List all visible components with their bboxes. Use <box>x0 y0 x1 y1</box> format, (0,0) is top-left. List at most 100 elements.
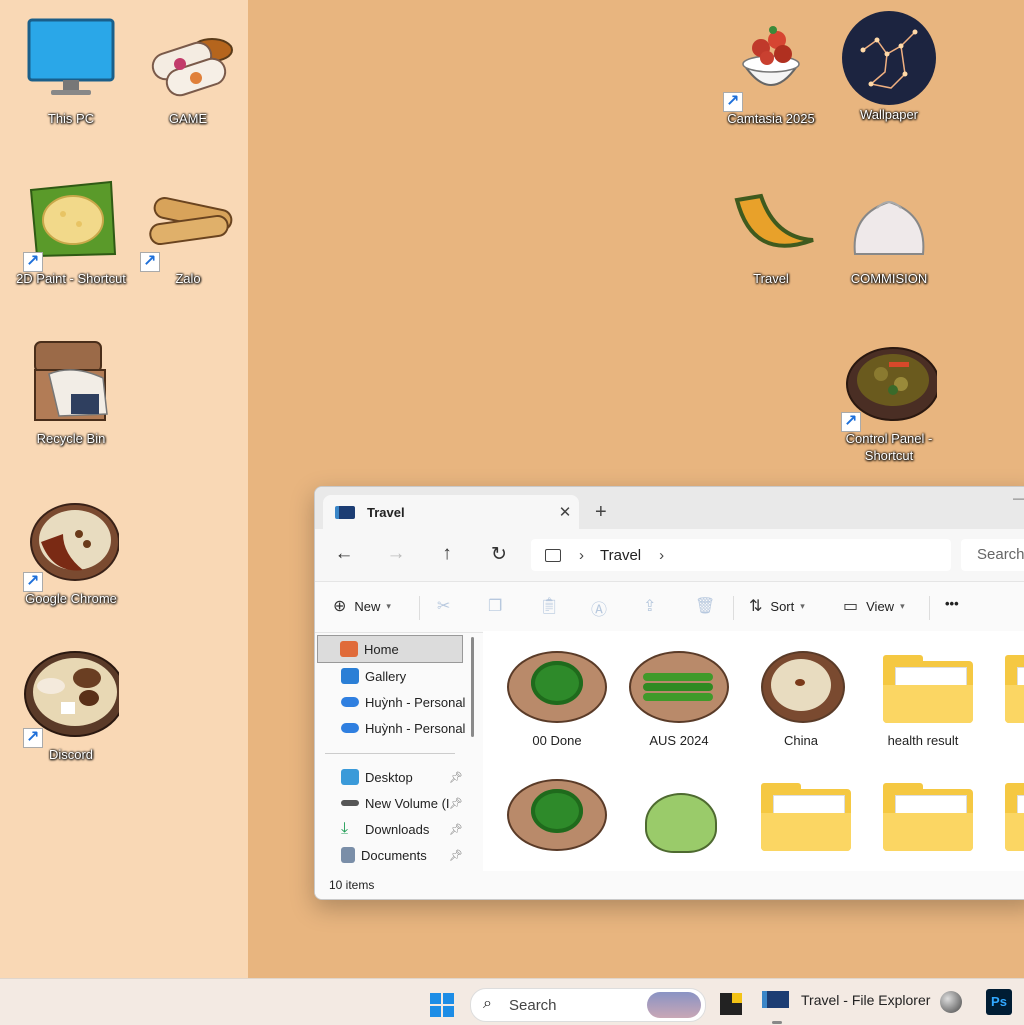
broccoli-plate-icon <box>507 651 607 723</box>
sort-label: Sort <box>770 598 795 614</box>
up-button[interactable]: ↑ <box>435 543 459 565</box>
desktop-icon-this-pc[interactable]: This PC <box>16 14 126 127</box>
shortcut-arrow-icon <box>140 251 160 272</box>
rice-plate-icon <box>751 651 851 723</box>
tab-travel[interactable]: Travel ✕ <box>323 495 579 529</box>
breadcrumb-travel[interactable]: Travel <box>600 547 641 564</box>
divider <box>929 596 930 620</box>
desktop-icon-label: COMMISION <box>850 271 928 286</box>
rename-button[interactable]: Ⓐ <box>591 596 607 620</box>
chevron-down-icon: ▾ <box>900 600 905 611</box>
file-item[interactable] <box>863 779 983 861</box>
pin-icon[interactable]: 📌︎ <box>449 797 463 810</box>
spring-rolls-icon <box>140 14 236 106</box>
folder-icon <box>751 779 851 851</box>
sidebar-item-label: Desktop <box>365 769 413 785</box>
paste-button[interactable]: 📋︎ <box>539 596 559 616</box>
forward-button[interactable]: → <box>384 543 408 565</box>
file-item-health-result[interactable]: health result <box>863 651 983 748</box>
desktop-icon-zalo[interactable]: Zalo <box>133 174 243 287</box>
document-icon <box>341 847 355 863</box>
trash-icon: 🗑︎ <box>695 598 716 615</box>
tab-close-button[interactable]: ✕ <box>551 503 579 521</box>
search-input[interactable]: Search <box>961 539 1024 571</box>
sidebar-item-home[interactable]: Home <box>317 635 463 663</box>
desktop-icon-label: Zalo <box>175 271 201 286</box>
file-item-ja[interactable]: Ja <box>985 651 1024 748</box>
photoshop-icon[interactable]: Ps <box>986 989 1012 1015</box>
item-count: 10 items <box>329 878 375 892</box>
more-options-button[interactable]: ••• <box>945 596 959 611</box>
file-item[interactable] <box>497 779 617 861</box>
sidebar-item-onedrive-personal[interactable]: Huỳnh - Personal <box>315 689 475 715</box>
view-button[interactable]: ▭ View ▾ <box>843 596 905 616</box>
desktop-icon-google-chrome[interactable]: Google Chrome <box>16 494 126 607</box>
sticky-notes-icon[interactable] <box>720 993 742 1015</box>
windows-start-icon[interactable] <box>430 993 454 1017</box>
constellation-icon <box>841 10 937 105</box>
pin-icon[interactable]: 📌︎ <box>449 823 463 836</box>
sidebar-item-desktop[interactable]: Desktop 📌︎ <box>315 764 475 790</box>
cloud-icon <box>341 697 359 707</box>
cut-button[interactable]: ✂ <box>437 596 450 616</box>
desktop-icon-game[interactable]: GAME <box>133 14 243 127</box>
sidebar-item-gallery[interactable]: Gallery <box>315 663 475 689</box>
desktop-icon-label: Control Panel - Shortcut <box>845 431 933 463</box>
desktop-icon-travel[interactable]: Travel <box>716 174 826 287</box>
sidebar-item-new-volume[interactable]: New Volume (I 📌︎ <box>315 790 475 816</box>
file-item-china[interactable]: China <box>741 651 861 748</box>
chevron-down-icon: ▾ <box>800 600 805 611</box>
desktop-icon-camtasia[interactable]: Camtasia 2025 <box>716 14 826 127</box>
steamed-bun-icon <box>841 174 937 266</box>
desktop-icon-commision[interactable]: COMMISION <box>834 174 944 287</box>
desktop-icon-2d-paint[interactable]: 2D Paint - Shortcut <box>16 174 126 287</box>
desktop-icon <box>341 769 359 785</box>
navigation-bar: ← → ↑ ↻ › Travel › Search <box>315 529 1024 582</box>
pin-icon[interactable]: 📌︎ <box>449 771 463 784</box>
file-item-aus-2024[interactable]: AUS 2024 <box>619 651 739 748</box>
file-item-00-done[interactable]: 00 Done <box>497 651 617 748</box>
folder-icon <box>995 651 1024 723</box>
breadcrumb-separator[interactable]: › <box>659 547 664 564</box>
minimize-button[interactable]: — <box>1013 491 1024 505</box>
refresh-button[interactable]: ↻ <box>487 543 511 566</box>
desktop-icon-recycle-bin[interactable]: Recycle Bin <box>16 334 126 447</box>
rename-icon: Ⓐ <box>591 602 608 619</box>
desktop-icon-wallpaper[interactable]: Wallpaper <box>834 10 944 123</box>
tab-title: Travel <box>367 504 405 520</box>
green-bun-icon <box>629 779 729 853</box>
folder-icon <box>995 779 1024 851</box>
sort-button[interactable]: ⇅ Sort ▾ <box>749 596 805 616</box>
address-bar[interactable]: › Travel › <box>531 539 951 571</box>
plus-circle-icon: ⊕ <box>333 598 347 615</box>
new-tab-button[interactable]: + <box>595 501 607 524</box>
sidebar-item-downloads[interactable]: ⤓ Downloads 📌︎ <box>315 816 475 842</box>
new-label: New <box>354 598 381 614</box>
sidebar-item-label: Home <box>364 641 399 657</box>
globe-app-icon[interactable] <box>940 991 962 1013</box>
desktop-icon-control-panel[interactable]: Control Panel - Shortcut <box>834 334 944 464</box>
green-beans-plate-icon <box>629 651 729 723</box>
sidebar-item-documents[interactable]: Documents 📌︎ <box>315 842 475 868</box>
taskbar-search[interactable]: ⌕ Search <box>470 988 706 1022</box>
file-item[interactable] <box>741 779 861 861</box>
rice-plate-icon <box>23 494 120 592</box>
sidebar-scrollbar[interactable] <box>471 637 474 737</box>
file-item[interactable] <box>985 779 1024 861</box>
share-button[interactable]: ⇪ <box>643 596 656 616</box>
delete-button[interactable]: 🗑︎ <box>695 596 715 616</box>
copy-button[interactable]: ❐ <box>488 596 502 616</box>
file-item[interactable] <box>619 779 739 861</box>
divider <box>419 596 420 620</box>
pin-icon[interactable]: 📌︎ <box>449 849 463 862</box>
desktop-icon-label: Camtasia 2025 <box>727 111 815 126</box>
back-button[interactable]: ← <box>332 543 356 565</box>
taskbar-file-explorer[interactable]: Travel - File Explorer <box>762 991 930 1008</box>
sidebar-item-onedrive-personal[interactable]: Huỳnh - Personal <box>315 715 475 741</box>
sidebar-item-label: Huỳnh - Personal <box>365 720 466 736</box>
command-bar: ⊕ New ▾ ✂ ❐ 📋︎ Ⓐ ⇪ 🗑︎ ⇅ Sort ▾ ▭ View ▾ … <box>315 582 1024 633</box>
file-item-name: Ja <box>985 733 1024 748</box>
new-button[interactable]: ⊕ New ▾ <box>333 596 391 616</box>
desktop-icon-discord[interactable]: Discord <box>16 650 126 763</box>
breadcrumb-separator[interactable]: › <box>579 547 584 564</box>
